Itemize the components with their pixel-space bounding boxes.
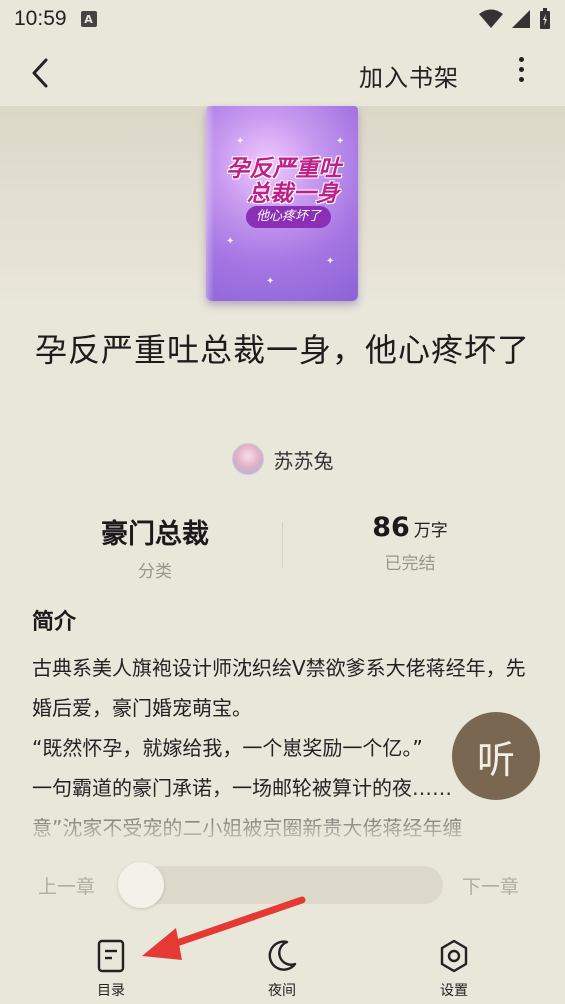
stat-divider: [282, 522, 283, 568]
word-count-stat: 86 万字 已完结: [320, 512, 500, 574]
cover-title-line-2: 总裁一身: [247, 180, 339, 207]
cover-subtitle: 他心疼坏了: [246, 206, 331, 228]
author-row[interactable]: 苏苏兔: [0, 443, 565, 475]
settings-label: 设置: [440, 983, 468, 999]
intro-fade: [0, 790, 565, 850]
status-icons: [479, 8, 551, 30]
more-options-button[interactable]: [508, 54, 534, 92]
author-name: 苏苏兔: [273, 448, 334, 473]
previous-chapter-button[interactable]: 上一章: [38, 872, 95, 899]
book-cover[interactable]: 孕反严重吐 总裁一身 他心疼坏了 ✦ ✦ ✦ ✦ ✦: [206, 106, 358, 301]
night-mode-button[interactable]: 夜间: [242, 938, 322, 1000]
top-bar: 加入书架: [0, 40, 565, 106]
toc-button[interactable]: 目录: [71, 938, 151, 1000]
intro-heading: 简介: [32, 610, 77, 635]
cover-title-line-1: 孕反严重吐: [226, 155, 342, 182]
slider-thumb[interactable]: [118, 862, 164, 908]
category-stat: 豪门总裁 分类: [60, 512, 250, 582]
listen-button[interactable]: 听: [452, 712, 540, 800]
toc-label: 目录: [97, 983, 125, 999]
status-bar: 10:59 A: [0, 0, 565, 38]
moon-icon: [268, 940, 297, 971]
document-icon: [97, 939, 125, 973]
next-chapter-button[interactable]: 下一章: [462, 872, 519, 899]
notification-icon: A: [80, 11, 97, 27]
signal-icon: [512, 10, 530, 28]
battery-icon: [540, 8, 550, 29]
back-button[interactable]: [24, 54, 60, 92]
add-to-shelf-button[interactable]: 加入书架: [359, 58, 459, 93]
wifi-icon: [479, 9, 503, 28]
cover-title: 孕反严重吐 总裁一身: [214, 156, 354, 206]
night-label: 夜间: [268, 983, 296, 999]
chevron-left-icon: [32, 58, 48, 88]
author-avatar: [231, 443, 264, 475]
settings-button[interactable]: 设置: [414, 938, 494, 1000]
gear-icon: [440, 939, 468, 973]
word-count-value: 86: [372, 512, 410, 543]
chapter-progress-slider[interactable]: [118, 866, 443, 904]
status-time: 10:59: [14, 7, 67, 30]
category-value: 豪门总裁: [101, 519, 209, 550]
word-count-unit: 万字: [413, 521, 448, 541]
book-title: 孕反严重吐总裁一身，他心疼坏了: [34, 331, 530, 369]
category-label: 分类: [138, 562, 172, 582]
completion-status: 已完结: [384, 554, 436, 574]
